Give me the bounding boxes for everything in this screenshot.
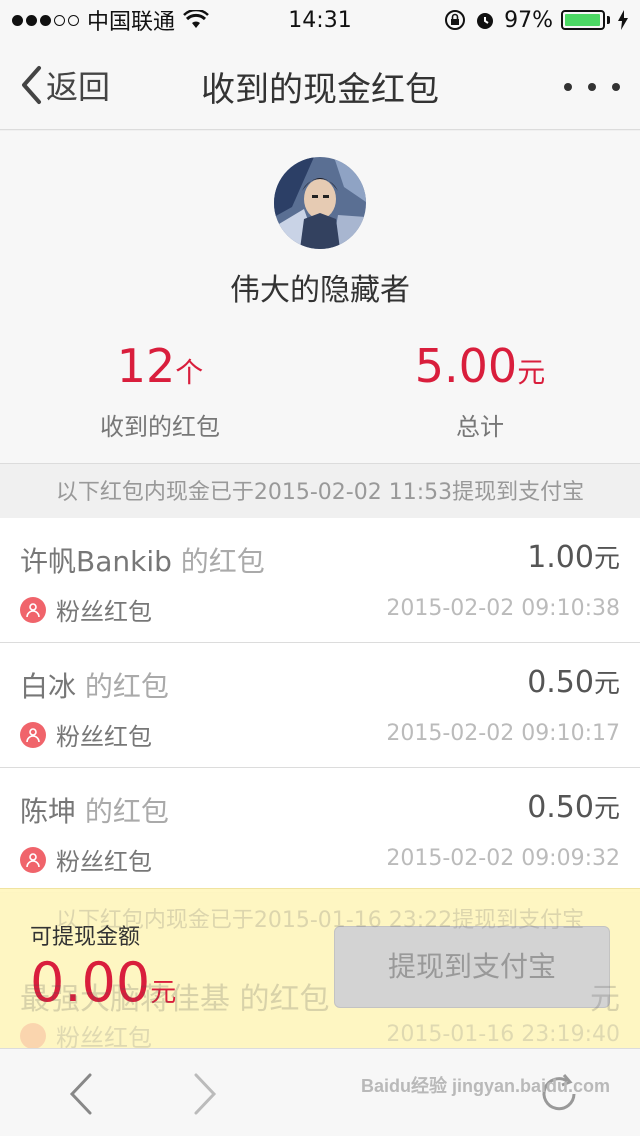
back-label: 返回 xyxy=(46,68,111,106)
chevron-left-icon xyxy=(22,66,41,104)
status-right: 97% xyxy=(444,8,628,33)
total-amount-unit: 元 xyxy=(517,356,546,389)
item-type: 粉丝红包 xyxy=(20,717,152,752)
wifi-icon xyxy=(183,10,209,28)
item-type: 粉丝红包 xyxy=(20,592,152,627)
withdrawable-amount: 0.00元 xyxy=(30,951,177,1014)
charging-bolt-icon xyxy=(618,10,628,30)
fan-badge-icon xyxy=(20,721,46,748)
item-type-label: 粉丝红包 xyxy=(56,598,152,626)
avatar[interactable] xyxy=(274,157,366,249)
item-amount: 0.50元 xyxy=(527,790,620,825)
chevron-left-icon xyxy=(69,1073,92,1115)
list-item[interactable]: 许帆Bankib 的红包 1.00元 粉丝红包 2015-02-02 09:10… xyxy=(0,518,640,643)
browser-back-button[interactable] xyxy=(58,1069,108,1119)
battery-percent: 97% xyxy=(504,7,553,33)
item-type-label: 粉丝红包 xyxy=(56,723,152,751)
status-bar: 中国联通 14:31 97% xyxy=(0,0,640,40)
item-sender: 许帆Bankib 的红包 xyxy=(20,545,265,578)
withdraw-panel: 可提现金额 0.00元 提现到支付宝 xyxy=(0,888,640,1048)
more-dot-icon xyxy=(588,83,596,91)
profile-summary: 伟大的隐藏者 12个 收到的红包 5.00元 总计 xyxy=(0,131,640,464)
alarm-icon xyxy=(477,13,494,29)
total-amount-label: 总计 xyxy=(456,413,504,441)
item-amount: 0.50元 xyxy=(527,665,620,700)
more-dot-icon xyxy=(612,83,620,91)
received-count-label: 收到的红包 xyxy=(100,413,220,441)
total-amount-stat: 5.00元 总计 xyxy=(320,339,640,442)
more-options-button[interactable] xyxy=(564,72,620,102)
item-type-label: 粉丝红包 xyxy=(56,848,152,876)
withdraw-to-alipay-button[interactable]: 提现到支付宝 xyxy=(334,926,610,1008)
item-type: 粉丝红包 xyxy=(20,842,152,877)
fan-badge-icon xyxy=(20,846,46,873)
refresh-icon xyxy=(542,1074,576,1111)
avatar-image xyxy=(274,157,366,249)
list-item[interactable]: 白冰 的红包 0.50元 粉丝红包 2015-02-02 09:10:17 xyxy=(0,643,640,768)
withdrawal-note: 以下红包内现金已于2015-02-02 11:53提现到支付宝 xyxy=(55,480,585,505)
item-amount: 1.00元 xyxy=(527,540,620,575)
back-button[interactable]: 返回 xyxy=(20,62,110,108)
signal-strength-icon xyxy=(12,14,79,26)
battery-icon xyxy=(561,10,610,30)
item-time: 2015-02-02 09:09:32 xyxy=(386,846,620,871)
carrier-name: 中国联通 xyxy=(87,10,176,35)
user-name: 伟大的隐藏者 xyxy=(230,273,410,308)
browser-toolbar xyxy=(0,1048,640,1136)
item-sender: 陈坤 的红包 xyxy=(20,795,169,828)
more-dot-icon xyxy=(564,83,572,91)
received-count-value: 12 xyxy=(116,339,176,393)
received-count-unit: 个 xyxy=(175,356,204,389)
red-packet-list: 许帆Bankib 的红包 1.00元 粉丝红包 2015-02-02 09:10… xyxy=(0,518,640,893)
total-amount-value: 5.00 xyxy=(414,339,518,393)
refresh-button[interactable] xyxy=(534,1069,584,1119)
item-time: 2015-02-02 09:10:17 xyxy=(386,721,620,746)
chevron-right-icon xyxy=(194,1073,217,1115)
rotation-lock-icon xyxy=(445,10,466,30)
received-count-stat: 12个 收到的红包 xyxy=(0,339,320,442)
item-time: 2015-02-02 09:10:38 xyxy=(386,596,620,621)
withdrawable-label: 可提现金额 xyxy=(30,925,141,950)
navigation-bar: 返回 收到的现金红包 xyxy=(0,40,640,130)
status-left: 中国联通 xyxy=(12,4,209,36)
browser-forward-button[interactable] xyxy=(178,1069,228,1119)
item-sender: 白冰 的红包 xyxy=(20,670,169,703)
fan-badge-icon xyxy=(20,596,46,623)
list-item[interactable]: 陈坤 的红包 0.50元 粉丝红包 2015-02-02 09:09:32 xyxy=(0,768,640,893)
